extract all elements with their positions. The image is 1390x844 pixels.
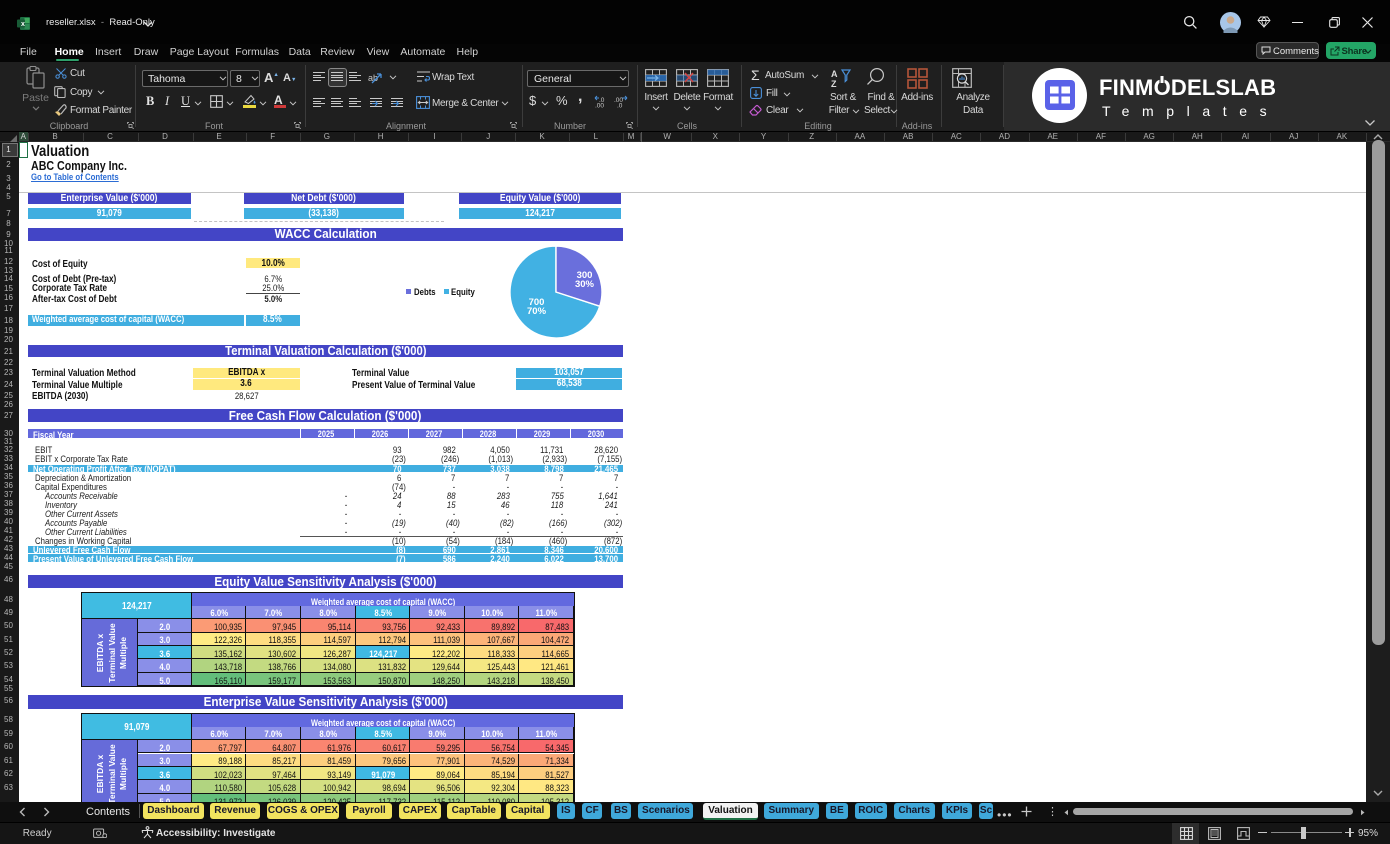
svg-text:.00: .00	[595, 103, 604, 109]
svg-text:30%: 30%	[575, 279, 595, 290]
svg-text:x: x	[21, 21, 25, 28]
svg-text:.0: .0	[617, 103, 623, 109]
svg-text:A: A	[831, 69, 838, 79]
svg-text:Z: Z	[831, 79, 837, 88]
svg-text:70%: 70%	[527, 306, 547, 317]
